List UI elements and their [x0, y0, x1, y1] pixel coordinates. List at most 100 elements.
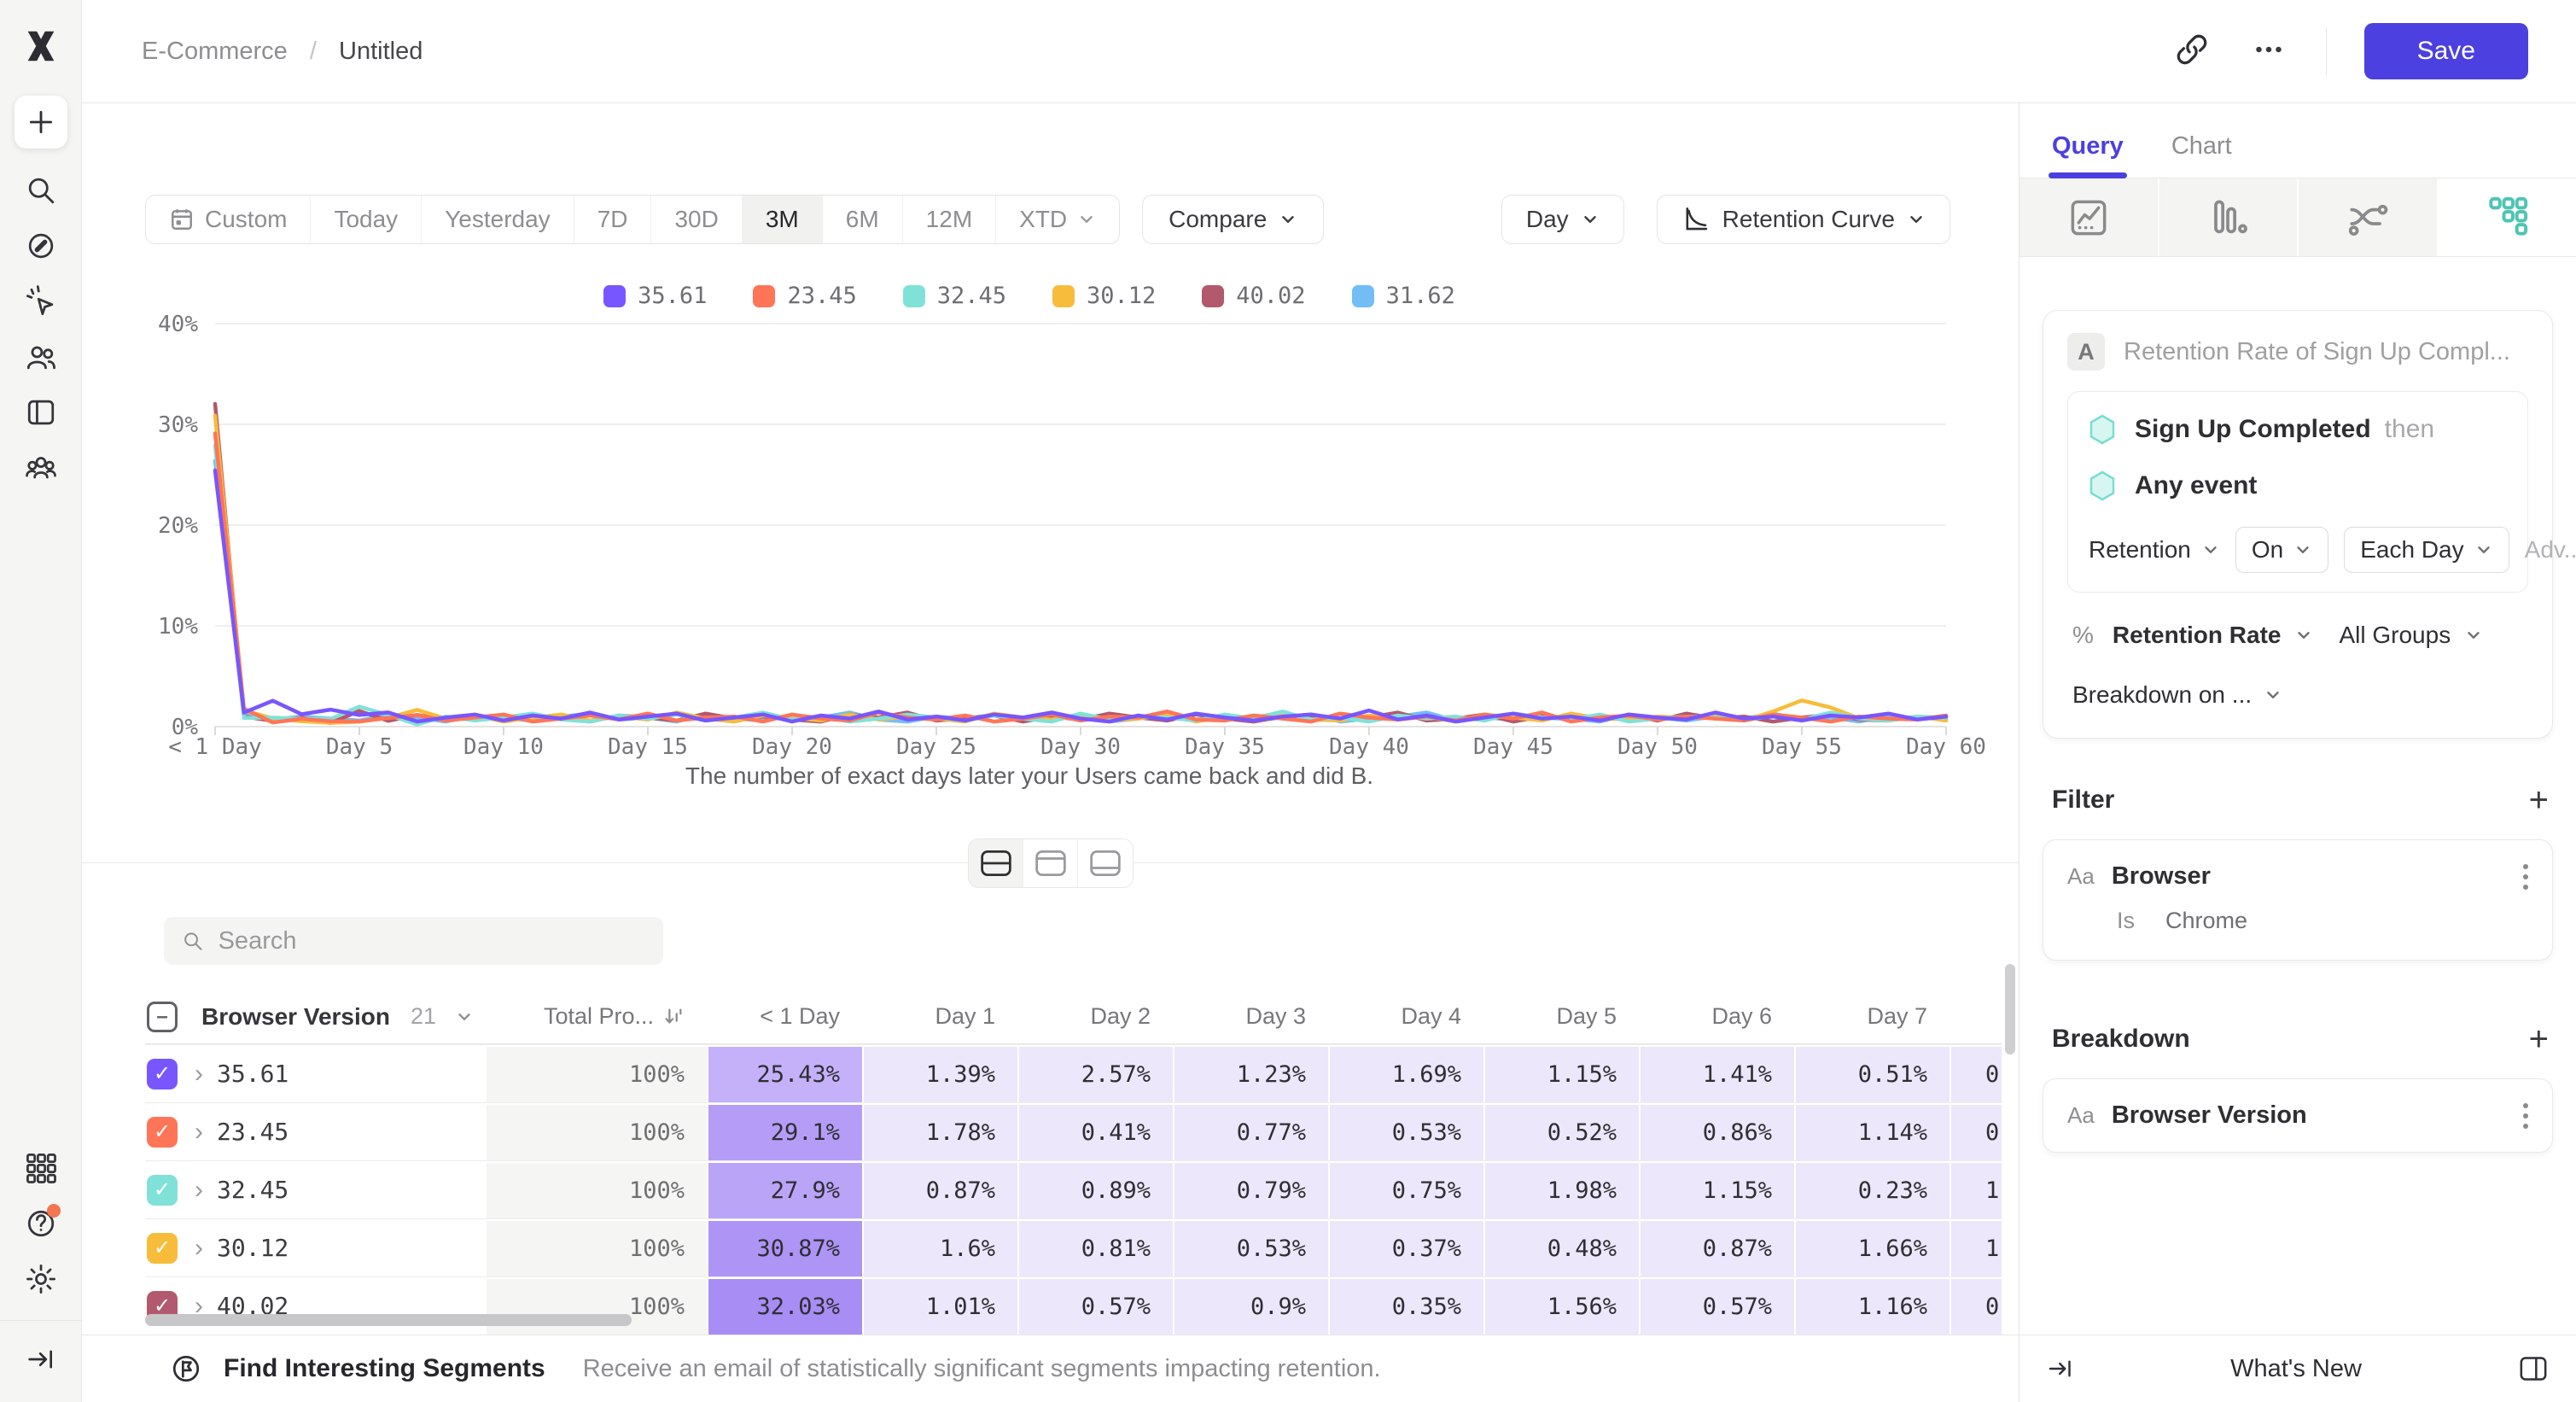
expand-chevron-icon[interactable]: › — [195, 1234, 203, 1263]
select-all-checkbox[interactable]: – — [147, 1002, 178, 1032]
interesting-segments-bar[interactable]: Find Interesting Segments Receive an ema… — [82, 1335, 2019, 1402]
column-header-lt-1-day[interactable]: < 1 Day — [707, 990, 862, 1043]
segments-title[interactable]: Find Interesting Segments — [224, 1354, 545, 1383]
range-today[interactable]: Today — [311, 196, 422, 243]
search-input[interactable] — [219, 927, 646, 955]
granularity-dropdown[interactable]: Day — [1501, 195, 1624, 244]
panel-collapse-icon[interactable] — [2045, 1353, 2076, 1384]
breakdown-on-dropdown[interactable]: Breakdown on ... — [2067, 681, 2528, 709]
row-label-cell: ✓ › 32.45 — [145, 1161, 487, 1218]
row-checkbox[interactable]: ✓ — [147, 1175, 178, 1206]
event-b-row[interactable]: Any event — [2089, 470, 2507, 501]
retention-curve-icon — [1681, 205, 1711, 234]
report-type-flows[interactable] — [2299, 178, 2439, 256]
step-title[interactable]: Retention Rate of Sign Up Compl... — [2124, 338, 2510, 366]
settings-gear-icon[interactable] — [15, 1253, 67, 1306]
event-a-row[interactable]: Sign Up Completed then — [2089, 414, 2507, 445]
column-header-day-2[interactable]: Day 2 — [1017, 990, 1173, 1043]
x-axis-tick-label: Day 60 — [1906, 734, 1986, 760]
more-options-icon[interactable] — [2249, 30, 2288, 73]
explore-compass-icon[interactable] — [15, 219, 67, 272]
cell-day-1: 1.39% — [862, 1045, 1017, 1102]
breakdown-heading: Breakdown — [2052, 1025, 2190, 1054]
help-icon[interactable] — [15, 1197, 67, 1250]
view-toggle-chart-only[interactable] — [1023, 839, 1078, 887]
copy-link-icon[interactable] — [2172, 30, 2212, 73]
tab-query[interactable]: Query — [2052, 132, 2124, 161]
x-axis-tick-label: Day 30 — [1040, 734, 1121, 760]
filter-kebab-icon[interactable] — [2523, 864, 2528, 890]
add-filter-button[interactable]: + — [2529, 783, 2549, 817]
boards-nav-icon[interactable] — [15, 386, 67, 439]
view-toggle-table-only[interactable] — [1078, 839, 1133, 887]
filter-operator[interactable]: Is — [2117, 908, 2135, 934]
apps-grid-icon[interactable] — [15, 1142, 67, 1195]
report-type-insights[interactable] — [2019, 178, 2159, 256]
range-3m[interactable]: 3M — [743, 196, 823, 243]
expand-chevron-icon[interactable]: › — [195, 1060, 203, 1089]
add-breakdown-button[interactable]: + — [2529, 1022, 2549, 1056]
criteria-on[interactable]: On — [2235, 527, 2328, 573]
actions-cursor-icon[interactable] — [15, 275, 67, 328]
range-12m[interactable]: 12M — [903, 196, 996, 243]
range-custom[interactable]: Custom — [146, 196, 311, 243]
horizontal-scrollbar[interactable] — [145, 1314, 632, 1326]
whats-new-link[interactable]: What's New — [2076, 1355, 2516, 1383]
chevron-down-icon[interactable] — [455, 1008, 474, 1026]
range-30d[interactable]: 30D — [651, 196, 742, 243]
breakdown-kebab-icon[interactable] — [2523, 1103, 2528, 1129]
range-yesterday[interactable]: Yesterday — [422, 196, 574, 243]
compare-button[interactable]: Compare — [1142, 195, 1324, 244]
view-toggle-split[interactable] — [969, 839, 1023, 887]
total-column-label: Total Pro... — [544, 1003, 654, 1030]
filter-value[interactable]: Chrome — [2165, 908, 2247, 934]
breakdown-property-name[interactable]: Browser Version — [2112, 1101, 2307, 1130]
column-header-day-6[interactable]: Day 6 — [1639, 990, 1794, 1043]
range-xtd[interactable]: XTD — [996, 196, 1119, 243]
vertical-scrollbar[interactable] — [2005, 964, 2015, 1054]
groups-dropdown[interactable]: All Groups — [2339, 622, 2451, 649]
series-line-35.61 — [215, 470, 1946, 721]
filter-property-name[interactable]: Browser — [2112, 862, 2211, 891]
row-checkbox[interactable]: ✓ — [147, 1233, 178, 1264]
report-type-retention[interactable] — [2439, 178, 2576, 256]
chart-type-label: Retention Curve — [1722, 206, 1895, 233]
cohorts-nav-icon[interactable] — [15, 441, 67, 494]
cell-day-2: 0.81% — [1017, 1219, 1173, 1276]
chart-type-dropdown[interactable]: Retention Curve — [1657, 195, 1950, 244]
criteria-adv-[interactable]: Adv... — [2525, 536, 2576, 564]
expand-chevron-icon[interactable]: › — [195, 1118, 203, 1147]
x-axis-tick-label: Day 5 — [326, 734, 393, 760]
search-nav-icon[interactable] — [15, 164, 67, 217]
column-header-day-1[interactable]: Day 1 — [862, 990, 1017, 1043]
flows-icon — [2344, 194, 2392, 242]
filter-section-header: Filter + — [2052, 783, 2549, 817]
breakdown-card[interactable]: Aa Browser Version — [2043, 1078, 2553, 1153]
range-6m[interactable]: 6M — [823, 196, 903, 243]
range-7d[interactable]: 7D — [574, 196, 652, 243]
row-checkbox[interactable]: ✓ — [147, 1059, 178, 1089]
range-label: XTD — [1019, 206, 1067, 233]
breadcrumb-project[interactable]: E-Commerce — [142, 38, 288, 65]
report-type-funnels[interactable] — [2159, 178, 2299, 256]
criteria-retention[interactable]: Retention — [2089, 536, 2220, 564]
breadcrumb-title[interactable]: Untitled — [339, 38, 423, 65]
column-header-day-4[interactable]: Day 4 — [1328, 990, 1483, 1043]
expand-chevron-icon[interactable]: › — [195, 1176, 203, 1205]
column-header-day-5[interactable]: Day 5 — [1483, 990, 1639, 1043]
row-label: 32.45 — [217, 1176, 288, 1204]
split-panel-icon[interactable] — [2516, 1352, 2550, 1386]
filter-card[interactable]: Aa Browser Is Chrome — [2043, 839, 2553, 961]
column-header-day-7[interactable]: Day 7 — [1794, 990, 1949, 1043]
measure-dropdown[interactable]: Retention Rate — [2113, 622, 2282, 649]
column-header-day-3[interactable]: Day 3 — [1173, 990, 1328, 1043]
row-checkbox[interactable]: ✓ — [147, 1117, 178, 1148]
group-column-label[interactable]: Browser Version — [201, 1003, 390, 1031]
tab-chart[interactable]: Chart — [2171, 132, 2232, 161]
create-new-button[interactable] — [15, 96, 67, 149]
total-column-header[interactable]: Total Pro... — [487, 990, 707, 1043]
sidebar-collapse-icon[interactable] — [15, 1333, 67, 1386]
criteria-each-day[interactable]: Each Day — [2344, 527, 2509, 573]
users-nav-icon[interactable] — [15, 330, 67, 383]
save-button[interactable]: Save — [2364, 23, 2528, 79]
